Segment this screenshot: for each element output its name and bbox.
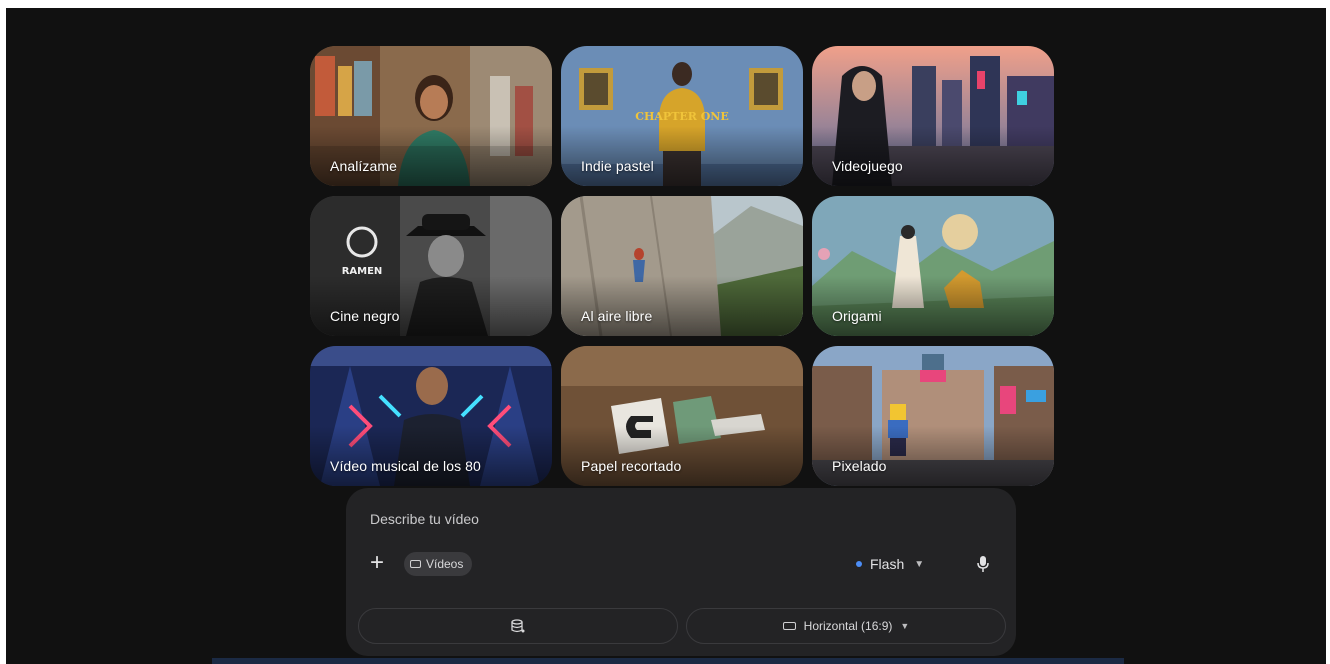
style-card-label: Cine negro <box>330 308 400 324</box>
video-icon <box>410 560 421 568</box>
videos-chip-label: Vídeos <box>426 557 464 571</box>
style-card-pixelado[interactable]: Pixelado <box>812 346 1054 486</box>
bottom-edge-bar <box>212 658 1124 664</box>
chapter-sign-text: CHAPTER ONE <box>635 110 729 123</box>
aspect-ratio-button[interactable]: Horizontal (16:9) ▼ <box>686 608 1006 644</box>
microphone-button[interactable] <box>974 552 992 576</box>
videos-chip[interactable]: Vídeos <box>404 552 473 576</box>
style-card-papel-recortado[interactable]: Papel recortado <box>561 346 803 486</box>
style-card-indie-pastel[interactable]: CHAPTER ONE Indie pastel <box>561 46 803 186</box>
chevron-down-icon: ▼ <box>900 621 910 631</box>
model-selector[interactable]: Flash ▼ <box>856 552 924 576</box>
aspect-ratio-label: Horizontal (16:9) <box>803 619 893 633</box>
style-card-label: Origami <box>832 308 882 324</box>
prompt-input[interactable]: Describe tu vídeo <box>370 511 479 527</box>
plus-icon: + <box>369 549 384 576</box>
style-card-label: Analízame <box>330 158 398 174</box>
style-card-al-aire-libre[interactable]: Al aire libre <box>561 196 803 336</box>
style-card-label: Papel recortado <box>581 458 682 474</box>
style-card-label: Videojuego <box>832 158 903 174</box>
style-card-label: Al aire libre <box>581 308 653 324</box>
style-gallery: Analízame CHAPTER ONE Indie pastel Video… <box>310 46 1054 486</box>
storage-button[interactable] <box>358 608 678 644</box>
app-screen: Analízame CHAPTER ONE Indie pastel Video… <box>6 8 1326 664</box>
style-card-origami[interactable]: Origami <box>812 196 1054 336</box>
style-card-label: Pixelado <box>832 458 887 474</box>
dot-icon <box>856 561 862 567</box>
rectangle-icon <box>782 622 796 630</box>
model-label: Flash <box>870 556 905 572</box>
database-icon <box>511 619 525 633</box>
style-card-label: Vídeo musical de los 80 <box>330 458 481 474</box>
style-card-label: Indie pastel <box>581 158 654 174</box>
style-card-video-musical-80[interactable]: Vídeo musical de los 80 <box>310 346 552 486</box>
video-prompt-composer: Describe tu vídeo + Vídeos Flash ▼ Horiz… <box>346 488 1016 656</box>
microphone-icon <box>977 556 989 572</box>
style-card-videojuego[interactable]: Videojuego <box>812 46 1054 186</box>
chevron-down-icon: ▼ <box>914 558 925 570</box>
style-card-analizame[interactable]: Analízame <box>310 46 552 186</box>
add-button[interactable]: + <box>366 549 388 576</box>
style-card-cine-negro[interactable]: RAMEN Cine negro <box>310 196 552 336</box>
